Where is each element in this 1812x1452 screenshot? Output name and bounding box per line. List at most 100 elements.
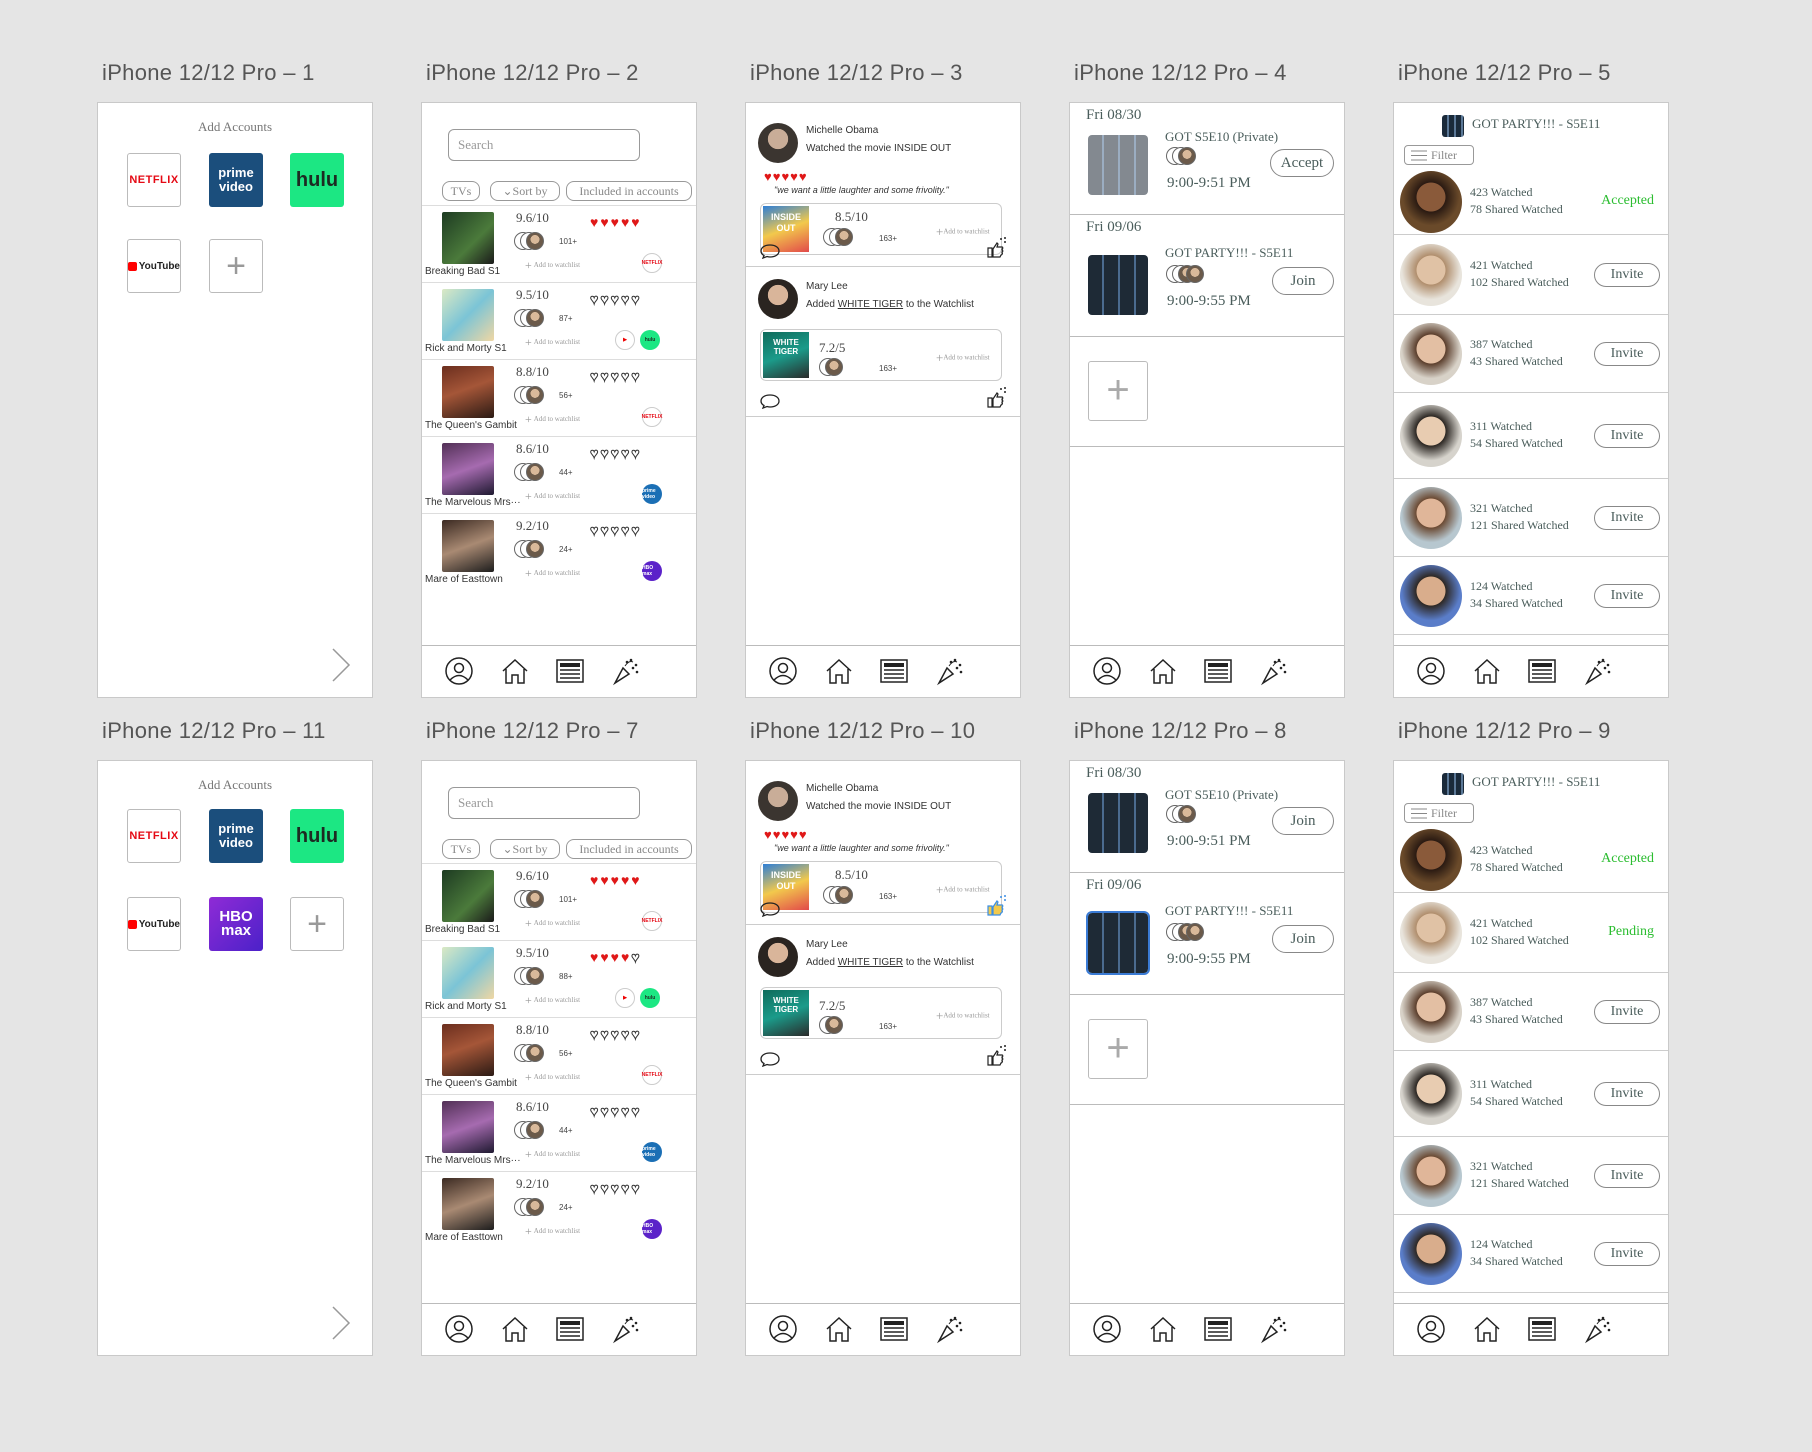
heart-icon[interactable]: ♥ [611,949,621,965]
filter-button[interactable]: Filter [1404,803,1474,823]
heart-icon[interactable]: ♥ [621,872,631,888]
invite-button[interactable]: Invite [1594,506,1660,530]
show-poster[interactable] [442,366,494,418]
heart-icon[interactable]: ♥ [631,1180,641,1197]
heart-icon[interactable]: ♥ [620,291,631,308]
sort-by-chip[interactable]: ⌄Sort by [490,181,560,201]
profile-icon[interactable] [768,656,798,686]
heart-icon[interactable]: ♥ [589,522,600,539]
filter-tvs-chip[interactable]: TVs [442,839,480,859]
youtube-account-button[interactable]: YouTube [127,239,181,293]
watch-party-item[interactable]: Fri 08/30 GOT S5E10 (Private) 9:00-9:51 PM… [1070,761,1344,873]
heart-icon[interactable]: ♥ [631,949,641,966]
rating-hearts[interactable]: ♥♥♥♥♥ [590,214,642,230]
search-input[interactable]: Search [448,787,640,819]
heart-icon[interactable]: ♥ [589,368,600,385]
rating-hearts[interactable]: ♥♥♥♥♥ [589,1026,642,1043]
add-to-watchlist-button[interactable]: +Add to watchlist [525,1147,580,1162]
friend-avatars[interactable] [819,358,859,378]
heart-icon[interactable]: ♥ [610,291,621,308]
show-title[interactable]: Rick and Morty S1 [425,343,525,354]
heart-icon[interactable]: ♥ [620,1180,631,1197]
heart-icon[interactable]: ♥ [631,1026,641,1043]
heart-icon[interactable]: ♥ [589,445,600,462]
add-to-watchlist-button[interactable]: +Add to watchlist [525,258,580,273]
post-username[interactable]: Michelle Obama [806,783,878,794]
watch-party-item[interactable]: Fri 09/06 GOT PARTY!!! - S5E11 9:00-9:55 P… [1070,873,1344,995]
rating-hearts[interactable]: ♥♥♥♥♥ [589,368,642,385]
show-poster[interactable] [442,212,494,264]
friend-avatars[interactable] [514,386,558,406]
movie-poster[interactable]: WHITE TIGER [763,332,809,378]
heart-icon[interactable]: ♥ [620,445,631,462]
friend-avatars[interactable] [823,228,863,248]
friend-avatars[interactable] [514,463,558,483]
movie-card[interactable]: WHITE TIGER 7.2/5 163+ +Add to watchlist [760,329,1002,381]
add-to-watchlist-button[interactable]: +Add to watchlist [525,566,580,581]
friend-avatar[interactable] [1400,1063,1462,1125]
party-thumbnail[interactable] [1086,911,1150,975]
show-poster[interactable] [442,520,494,572]
hulu-account-button[interactable]: hulu [290,809,344,863]
friend-avatars[interactable] [823,886,863,906]
party-member-avatars[interactable] [1166,923,1212,943]
show-title[interactable]: The Queen's Gambit [425,1078,525,1089]
heart-icon[interactable]: ♥ [610,445,621,462]
comment-icon[interactable] [760,393,780,409]
movie-card[interactable]: WHITE TIGER 7.2/5 163+ +Add to watchlist [760,987,1002,1039]
add-to-watchlist-button[interactable]: +Add to watchlist [525,1224,580,1239]
friend-avatar[interactable] [1400,405,1462,467]
rating-hearts[interactable]: ♥♥♥♥♥ [589,445,642,462]
add-to-watchlist-button[interactable]: +Add to watchlist [525,412,580,427]
show-title[interactable]: Breaking Bad S1 [425,924,525,935]
heart-icon[interactable]: ♥ [600,872,610,888]
friend-avatars[interactable] [514,890,558,910]
heart-icon[interactable]: ♥ [631,1103,641,1120]
show-title[interactable]: Mare of Easttown [425,1232,525,1243]
start-party-icon[interactable] [986,237,1008,259]
heart-icon[interactable]: ♥ [620,1026,631,1043]
home-icon[interactable] [824,656,854,686]
friend-avatars[interactable] [514,232,558,252]
comment-icon[interactable] [760,1051,780,1067]
party-member-avatars[interactable] [1166,265,1212,285]
show-row[interactable]: Breaking Bad S1 9.6/10 101+ + Add to watchli… [422,863,696,940]
prime-video-account-button[interactable]: prime video [209,153,263,207]
party-icon[interactable] [935,1314,965,1344]
show-row[interactable]: Rick and Morty S1 9.5/10 87+ + Add to watchl… [422,282,696,359]
heart-icon[interactable]: ♥ [600,445,610,462]
heart-icon[interactable]: ♥ [600,1180,610,1197]
friend-avatar[interactable] [1400,565,1462,627]
party-thumbnail[interactable] [1088,793,1148,853]
party-icon[interactable] [1583,656,1613,686]
home-icon[interactable] [1148,656,1178,686]
friend-avatar[interactable] [1400,829,1462,891]
party-icon[interactable] [611,656,641,686]
heart-icon[interactable]: ♥ [590,214,600,230]
heart-icon[interactable]: ♥ [600,214,610,230]
prime-video-account-button[interactable]: prime video [209,809,263,863]
invite-button[interactable]: Invite [1594,1000,1660,1024]
heart-icon[interactable]: ♥ [621,949,631,965]
invite-button[interactable]: Invite [1594,342,1660,366]
profile-icon[interactable] [768,1314,798,1344]
show-title[interactable]: The Marvelous Mrs··· [425,497,525,508]
show-title[interactable]: Breaking Bad S1 [425,266,525,277]
show-row[interactable]: The Queen's Gambit 8.8/10 56+ + Add to watch… [422,359,696,436]
home-icon[interactable] [1472,1314,1502,1344]
start-party-icon[interactable] [986,1045,1008,1067]
home-icon[interactable] [500,656,530,686]
show-row[interactable]: The Queen's Gambit 8.8/10 56+ + Add to watch… [422,1017,696,1094]
feed-icon[interactable] [555,656,585,686]
heart-icon[interactable]: ♥ [610,1026,621,1043]
heart-icon[interactable]: ♥ [590,872,600,888]
heart-icon[interactable]: ♥ [610,1103,621,1120]
friend-avatars[interactable] [514,967,558,987]
post-username[interactable]: Mary Lee [806,939,848,950]
included-in-accounts-chip[interactable]: Included in accounts [566,181,692,201]
comment-icon[interactable] [760,243,780,259]
heart-icon[interactable]: ♥ [610,368,621,385]
show-poster[interactable] [442,947,494,999]
show-row[interactable]: Rick and Morty S1 9.5/10 88+ + Add to watchl… [422,940,696,1017]
heart-icon[interactable]: ♥ [589,291,600,308]
